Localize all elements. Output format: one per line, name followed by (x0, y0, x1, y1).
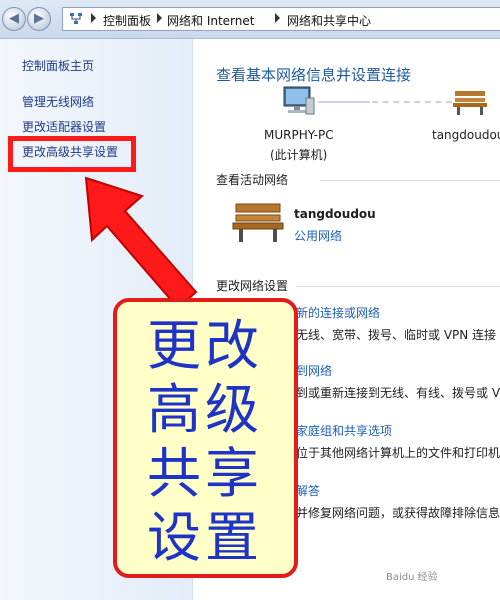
breadcrumb-separator-icon (275, 13, 280, 23)
task-homegroup-link[interactable]: 家庭组和共享选项 (296, 422, 392, 439)
task-homegroup-desc: 位于其他网络计算机上的文件和打印机 (296, 446, 500, 460)
watermark: Baidu 经验 (386, 572, 438, 583)
callout-line-1: 更改 (147, 314, 263, 377)
back-button[interactable]: ◀ (2, 7, 26, 31)
connection-line (318, 101, 370, 103)
sidebar-item-manage-wireless[interactable]: 管理无线网络 (22, 93, 94, 110)
navigation-bar: ◀ ▶ 控制面板 网络和 Internet 网络和共享中心 (0, 0, 500, 39)
bench-network-icon (453, 91, 487, 115)
task-new-connection-link[interactable]: 新的连接或网络 (296, 304, 380, 321)
annotation-callout: 更改 高级 共享 设置 (113, 298, 298, 578)
active-networks-title: 查看活动网络 (216, 173, 289, 187)
sidebar-home-link[interactable]: 控制面板主页 (22, 57, 94, 74)
task-troubleshoot-desc: 并修复网络问题，或获得故障排除信息 (296, 506, 500, 520)
callout-line-2: 高级 (147, 378, 263, 441)
connection-line (372, 101, 452, 103)
callout-line-4: 设置 (147, 506, 263, 569)
section-divider (320, 180, 500, 181)
breadcrumb-separator-icon (157, 13, 162, 23)
forward-button[interactable]: ▶ (27, 7, 51, 31)
forward-arrow-icon: ▶ (34, 11, 44, 26)
task-troubleshoot-link[interactable]: 解答 (296, 482, 320, 499)
task-connect-network-desc: 到或重新连接到无线、有线、拨号或 VI (296, 386, 500, 400)
task-connect-network-link[interactable]: 到网络 (296, 362, 332, 379)
page-title: 查看基本网络信息并设置连接 (216, 66, 412, 84)
network-center-icon (70, 13, 82, 24)
breadcrumb-control-panel[interactable]: 控制面板 (103, 12, 151, 29)
back-arrow-icon: ◀ (9, 11, 19, 26)
computer-icon (283, 86, 315, 115)
section-divider (296, 286, 500, 287)
change-settings-title: 更改网络设置 (216, 279, 289, 293)
active-network-type-link[interactable]: 公用网络 (294, 227, 342, 244)
active-network-name: tangdoudou (294, 207, 376, 221)
breadcrumb-network-internet[interactable]: 网络和 Internet (167, 12, 254, 29)
callout-line-3: 共享 (147, 442, 263, 505)
computer-name: MURPHY-PC (264, 128, 334, 142)
network-node-name[interactable]: tangdoudou (432, 128, 500, 142)
breadcrumb-network-sharing-center[interactable]: 网络和共享中心 (287, 12, 371, 29)
breadcrumb-separator-icon (91, 13, 96, 23)
task-new-connection-desc: 无线、宽带、拨号、临时或 VPN 连接 (296, 328, 497, 342)
sidebar-item-adapter-settings[interactable]: 更改适配器设置 (22, 118, 106, 135)
bench-network-icon (232, 203, 284, 242)
computer-subtitle: (此计算机) (270, 148, 328, 162)
highlight-box (8, 136, 136, 172)
address-bar[interactable]: 控制面板 网络和 Internet 网络和共享中心 (62, 7, 500, 31)
